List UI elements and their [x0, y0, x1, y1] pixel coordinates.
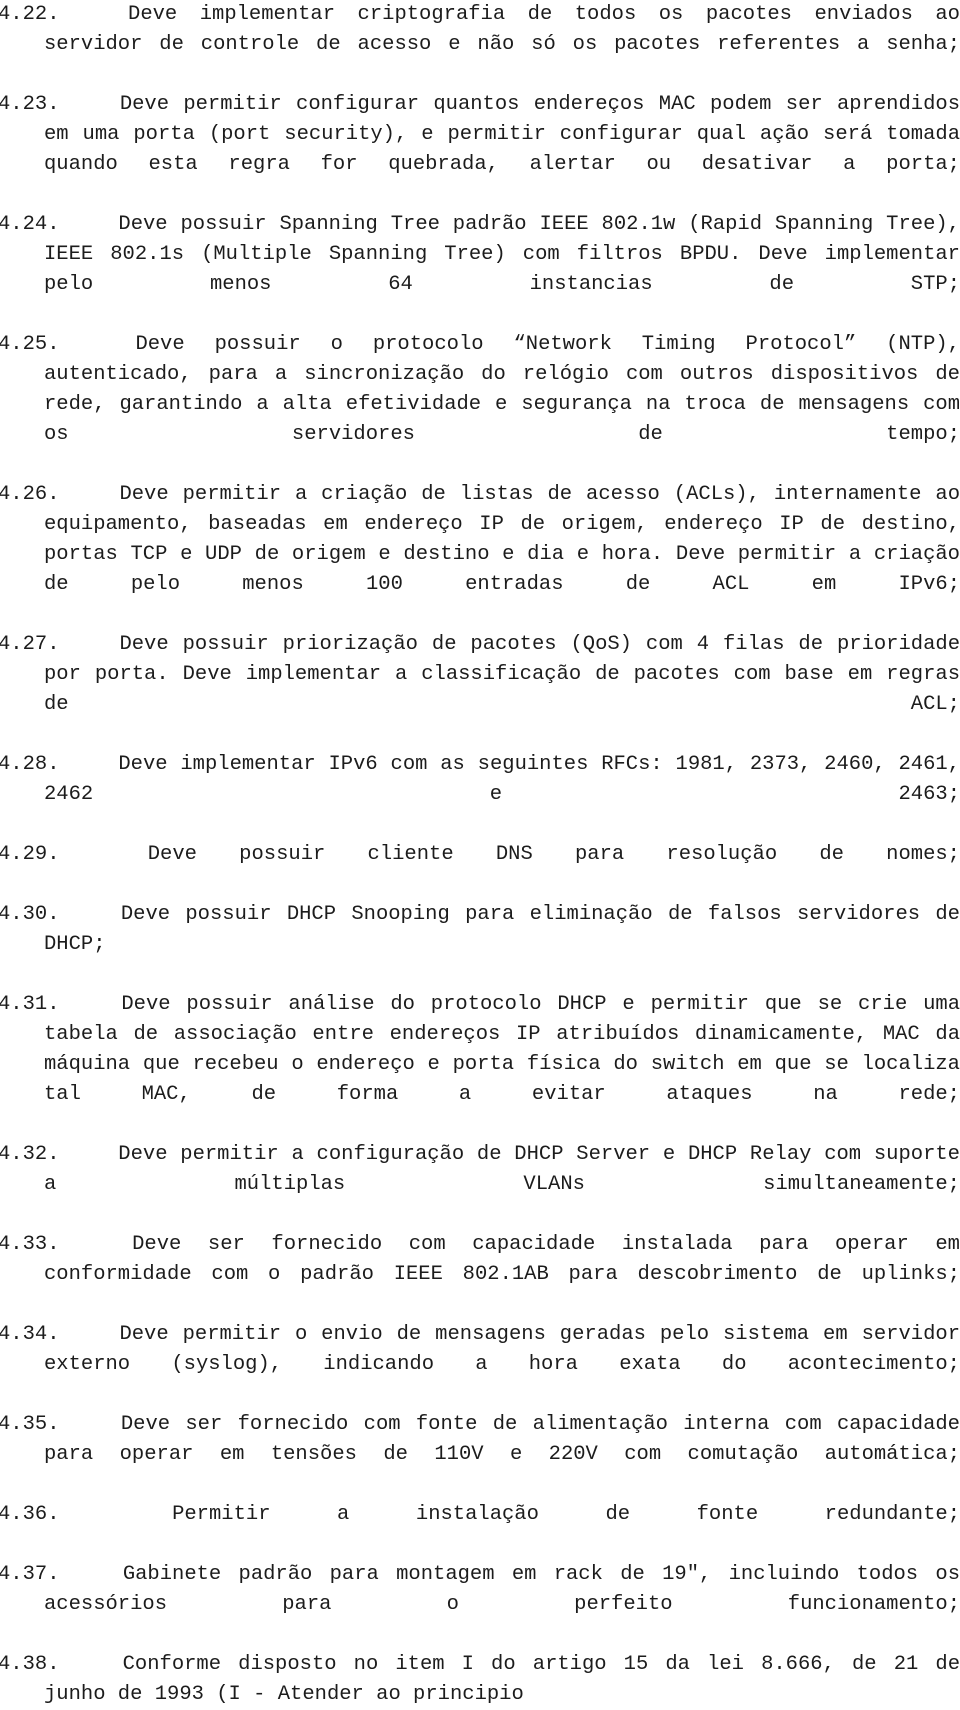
spec-item: 4.35.4.35. Deve ser fornecido com fonte …	[0, 1410, 960, 1500]
spec-item-text: Gabinete padrão para montagem em rack de…	[44, 1563, 960, 1616]
spec-item-number: 4.29.	[0, 843, 60, 866]
spec-item: 4.34.4.34. Deve permitir o envio de mens…	[0, 1320, 960, 1410]
spec-item: 4.26.4.26. Deve permitir a criação de li…	[0, 480, 960, 630]
spec-item-number: 4.26.	[0, 483, 60, 506]
spec-item-text: Deve permitir a criação de listas de ace…	[44, 483, 960, 596]
spec-item-number: 4.33.	[0, 1233, 60, 1256]
spec-item-text: Deve ser fornecido com capacidade instal…	[44, 1233, 960, 1286]
spec-item-text: Deve possuir análise do protocolo DHCP e…	[44, 993, 960, 1106]
spec-item: 4.31.4.31. Deve possuir análise do proto…	[0, 990, 960, 1140]
spec-item-text: Conforme disposto no item I do artigo 15…	[44, 1653, 960, 1706]
spec-item-number: 4.28.	[0, 753, 60, 776]
spec-item: 4.23.4.23. Deve permitir configurar quan…	[0, 90, 960, 210]
spec-item-number: 4.22.	[0, 3, 60, 26]
spec-item-number: 4.36.	[0, 1503, 60, 1526]
spec-item-number: 4.31.	[0, 993, 60, 1016]
spec-item: 4.24.4.24. Deve possuir Spanning Tree pa…	[0, 210, 960, 330]
spec-item-number: 4.37.	[0, 1563, 60, 1586]
spec-item: 4.30.4.30. Deve possuir DHCP Snooping pa…	[0, 900, 960, 990]
spec-item-text: Deve possuir Spanning Tree padrão IEEE 8…	[44, 213, 960, 296]
spec-item-number: 4.24.	[0, 213, 60, 236]
spec-item-number: 4.30.	[0, 903, 60, 926]
spec-item-text: Deve possuir priorização de pacotes (QoS…	[44, 633, 960, 716]
document-page: 4.22.4.22. Deve implementar criptografia…	[0, 0, 960, 1706]
spec-item-text: Permitir a instalação de fonte redundant…	[172, 1503, 960, 1526]
spec-item-text: Deve permitir configurar quantos endereç…	[44, 93, 960, 176]
spec-item: 4.22.4.22. Deve implementar criptografia…	[0, 0, 960, 90]
specification-item-list: 4.22.4.22. Deve implementar criptografia…	[0, 0, 960, 1710]
spec-item: 4.38.4.38. Conforme disposto no item I d…	[0, 1650, 960, 1710]
spec-item-text: Deve possuir o protocolo “Network Timing…	[44, 333, 960, 446]
spec-item: 4.25.4.25. Deve possuir o protocolo “Net…	[0, 330, 960, 480]
spec-item-number: 4.32.	[0, 1143, 60, 1166]
spec-item-text: Deve permitir o envio de mensagens gerad…	[44, 1323, 960, 1376]
spec-item-text: Deve ser fornecido com fonte de alimenta…	[44, 1413, 960, 1466]
spec-item-number: 4.27.	[0, 633, 60, 656]
spec-item: 4.36.4.36. Permitir a instalação de font…	[0, 1500, 960, 1560]
spec-item-number: 4.34.	[0, 1323, 60, 1346]
spec-item-text: Deve implementar IPv6 com as seguintes R…	[44, 753, 960, 806]
spec-item-text: Deve permitir a configuração de DHCP Ser…	[44, 1143, 960, 1196]
spec-item-number: 4.35.	[0, 1413, 60, 1436]
spec-item: 4.28.4.28. Deve implementar IPv6 com as …	[0, 750, 960, 840]
spec-item-number: 4.25.	[0, 333, 60, 356]
spec-item: 4.29.4.29. Deve possuir cliente DNS para…	[0, 840, 960, 900]
spec-item-text: Deve possuir DHCP Snooping para eliminaç…	[44, 903, 960, 956]
spec-item: 4.32.4.32. Deve permitir a configuração …	[0, 1140, 960, 1230]
spec-item-number: 4.38.	[0, 1653, 60, 1676]
spec-item: 4.33.4.33. Deve ser fornecido com capaci…	[0, 1230, 960, 1320]
spec-item: 4.37.4.37. Gabinete padrão para montagem…	[0, 1560, 960, 1650]
spec-item-text: Deve possuir cliente DNS para resolução …	[147, 843, 960, 866]
spec-item: 4.27.4.27. Deve possuir priorização de p…	[0, 630, 960, 750]
spec-item-text: Deve implementar criptografia de todos o…	[44, 3, 960, 56]
spec-item-number: 4.23.	[0, 93, 60, 116]
